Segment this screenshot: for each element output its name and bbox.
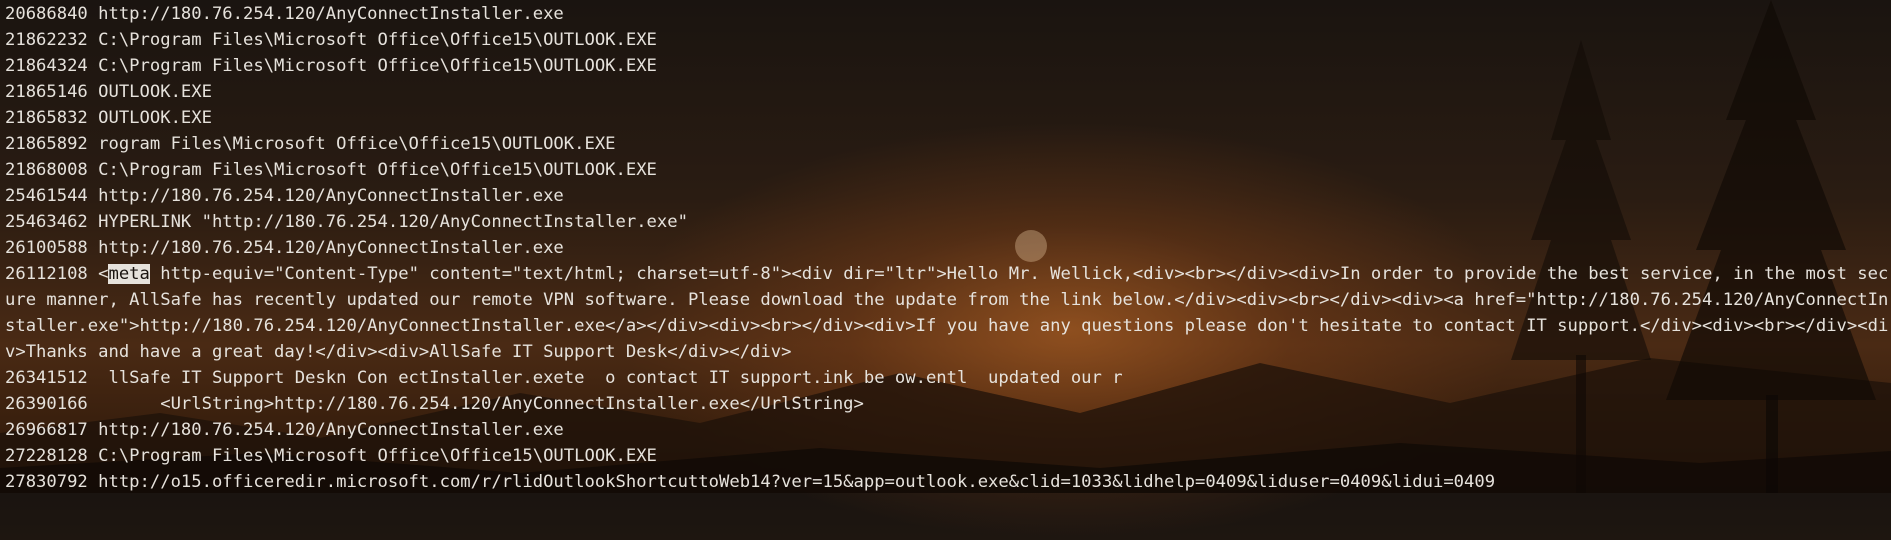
output-line: 27830792 http://o15.officeredir.microsof… <box>5 472 1496 492</box>
output-line: 26100588 http://180.76.254.120/AnyConnec… <box>5 238 564 258</box>
output-line: 21865146 OUTLOOK.EXE <box>5 82 212 102</box>
output-line: 21868008 C:\Program Files\Microsoft Offi… <box>5 160 657 180</box>
line-prefix: 26112108 < <box>5 264 109 284</box>
output-line: 26341512 llSafe IT Support Deskn Con ect… <box>5 368 1123 388</box>
terminal-output: 20686840 http://180.76.254.120/AnyConnec… <box>0 0 1890 495</box>
output-line: 21864324 C:\Program Files\Microsoft Offi… <box>5 56 657 76</box>
output-line: 26390166 <UrlString>http://180.76.254.12… <box>5 394 864 414</box>
output-line: 25463462 HYPERLINK "http://180.76.254.12… <box>5 212 688 232</box>
output-line: 25461544 http://180.76.254.120/AnyConnec… <box>5 186 564 206</box>
output-line-html-email: 26112108 <meta http-equiv="Content-Type"… <box>5 261 1890 365</box>
line-suffix: http-equiv="Content-Type" content="text/… <box>5 264 1889 362</box>
output-line: 21865832 OUTLOOK.EXE <box>5 108 212 128</box>
output-line: 21862232 C:\Program Files\Microsoft Offi… <box>5 30 657 50</box>
output-line: 27228128 C:\Program Files\Microsoft Offi… <box>5 446 657 466</box>
search-match-highlight: meta <box>108 264 150 284</box>
output-line: 21865892 rogram Files\Microsoft Office\O… <box>5 134 616 154</box>
output-line: 26966817 http://180.76.254.120/AnyConnec… <box>5 420 564 440</box>
output-line: 20686840 http://180.76.254.120/AnyConnec… <box>5 4 564 24</box>
